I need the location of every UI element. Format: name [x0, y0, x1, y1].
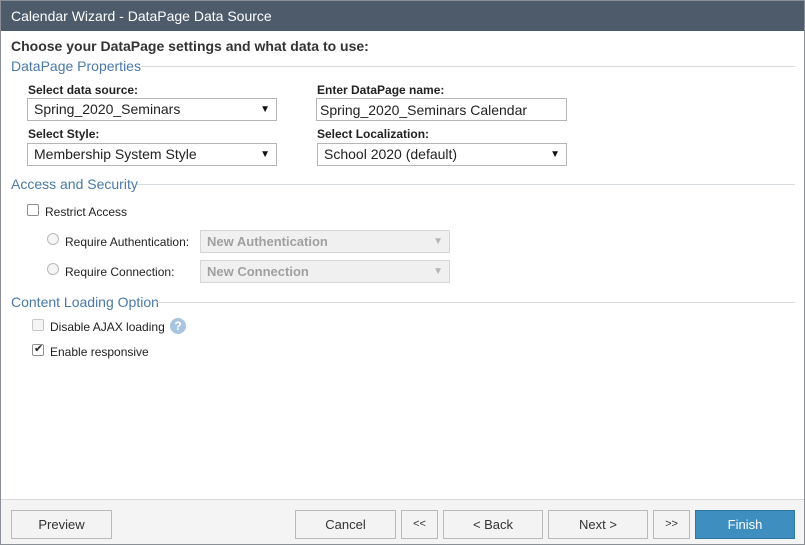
- first-step-button[interactable]: <<: [401, 510, 438, 539]
- data-source-value: Spring_2020_Seminars: [34, 101, 181, 117]
- page-heading: Choose your DataPage settings and what d…: [11, 38, 369, 54]
- restrict-access-label: Restrict Access: [45, 205, 128, 219]
- next-button[interactable]: Next >: [548, 510, 648, 539]
- help-icon[interactable]: ?: [170, 318, 186, 334]
- style-select[interactable]: Membership System Style ▼: [27, 143, 277, 166]
- connection-select[interactable]: New Connection ▼: [200, 260, 450, 283]
- window-title: Calendar Wizard - DataPage Data Source: [1, 1, 804, 31]
- require-connection-radio[interactable]: [47, 263, 59, 275]
- chevron-down-icon: ▼: [260, 104, 270, 115]
- require-connection-label: Require Connection:: [65, 265, 175, 279]
- disable-ajax-label: Disable AJAX loading: [50, 320, 165, 334]
- preview-button[interactable]: Preview: [11, 510, 112, 539]
- disable-ajax-checkbox[interactable]: [32, 319, 44, 331]
- style-label: Select Style:: [28, 127, 100, 141]
- chevron-down-icon: ▼: [433, 266, 443, 277]
- wizard-footer: Preview Cancel << < Back Next > >> Finis…: [1, 499, 804, 544]
- data-source-select[interactable]: Spring_2020_Seminars ▼: [27, 98, 277, 121]
- datapage-name-label: Enter DataPage name:: [317, 83, 445, 97]
- last-step-button[interactable]: >>: [653, 510, 690, 539]
- data-source-label: Select data source:: [28, 83, 139, 97]
- localization-value: School 2020 (default): [324, 146, 458, 162]
- section-title-properties: DataPage Properties: [11, 58, 141, 74]
- datapage-name-input[interactable]: [316, 98, 567, 121]
- require-authentication-radio[interactable]: [47, 233, 59, 245]
- authentication-value: New Authentication: [207, 234, 328, 249]
- localization-select[interactable]: School 2020 (default) ▼: [317, 143, 567, 166]
- chevron-down-icon: ▼: [433, 236, 443, 247]
- back-button[interactable]: < Back: [443, 510, 543, 539]
- enable-responsive-label: Enable responsive: [50, 345, 149, 359]
- style-value: Membership System Style: [34, 146, 197, 162]
- chevron-down-icon: ▼: [260, 149, 270, 160]
- require-authentication-label: Require Authentication:: [65, 235, 190, 249]
- authentication-select[interactable]: New Authentication ▼: [200, 230, 450, 253]
- finish-button[interactable]: Finish: [695, 510, 795, 539]
- section-divider: [141, 66, 795, 67]
- section-title-loading: Content Loading Option: [11, 294, 159, 310]
- enable-responsive-checkbox[interactable]: ✔: [32, 343, 44, 356]
- wizard-window: Calendar Wizard - DataPage Data Source C…: [0, 0, 805, 545]
- restrict-access-checkbox[interactable]: [27, 204, 39, 216]
- localization-label: Select Localization:: [317, 127, 430, 141]
- section-title-security: Access and Security: [11, 176, 138, 192]
- cancel-button[interactable]: Cancel: [295, 510, 396, 539]
- check-icon: ✔: [34, 343, 44, 355]
- chevron-down-icon: ▼: [550, 149, 560, 160]
- section-divider: [157, 302, 795, 303]
- section-divider: [137, 184, 795, 185]
- connection-value: New Connection: [207, 264, 309, 279]
